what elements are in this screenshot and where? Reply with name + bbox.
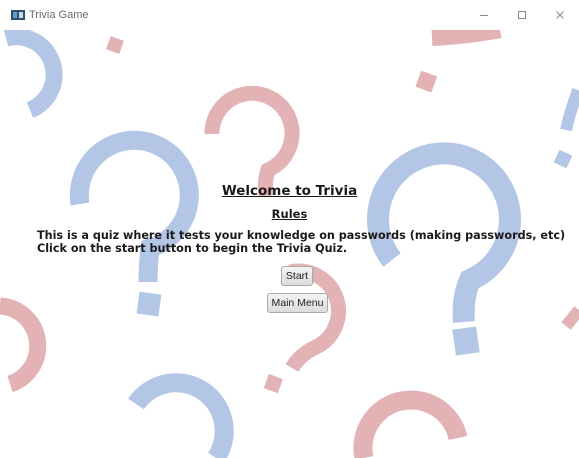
close-icon bbox=[556, 11, 564, 19]
main-content: Welcome to Trivia Rules This is a quiz w… bbox=[0, 30, 579, 458]
rules-heading: Rules bbox=[271, 207, 308, 221]
page-title: Welcome to Trivia bbox=[221, 183, 358, 199]
trivia-game-window: Trivia Game Welcome to Trivia Rules This… bbox=[0, 0, 579, 458]
close-button[interactable] bbox=[541, 0, 579, 30]
rules-description: This is a quiz where it tests your knowl… bbox=[37, 229, 577, 255]
minimize-button[interactable] bbox=[465, 0, 503, 30]
main-menu-button[interactable]: Main Menu bbox=[267, 293, 328, 313]
app-icon bbox=[11, 9, 25, 21]
title-bar[interactable]: Trivia Game bbox=[0, 0, 579, 30]
window-title: Trivia Game bbox=[29, 9, 89, 21]
minimize-icon bbox=[480, 15, 488, 16]
welcome-panel: Welcome to Trivia Rules This is a quiz w… bbox=[0, 30, 579, 458]
rules-line-2: Click on the start button to begin the T… bbox=[37, 242, 348, 255]
maximize-icon bbox=[518, 11, 526, 19]
maximize-button[interactable] bbox=[503, 0, 541, 30]
rules-line-1: This is a quiz where it tests your knowl… bbox=[37, 229, 566, 242]
start-button[interactable]: Start bbox=[281, 266, 313, 286]
window-controls bbox=[465, 0, 579, 30]
